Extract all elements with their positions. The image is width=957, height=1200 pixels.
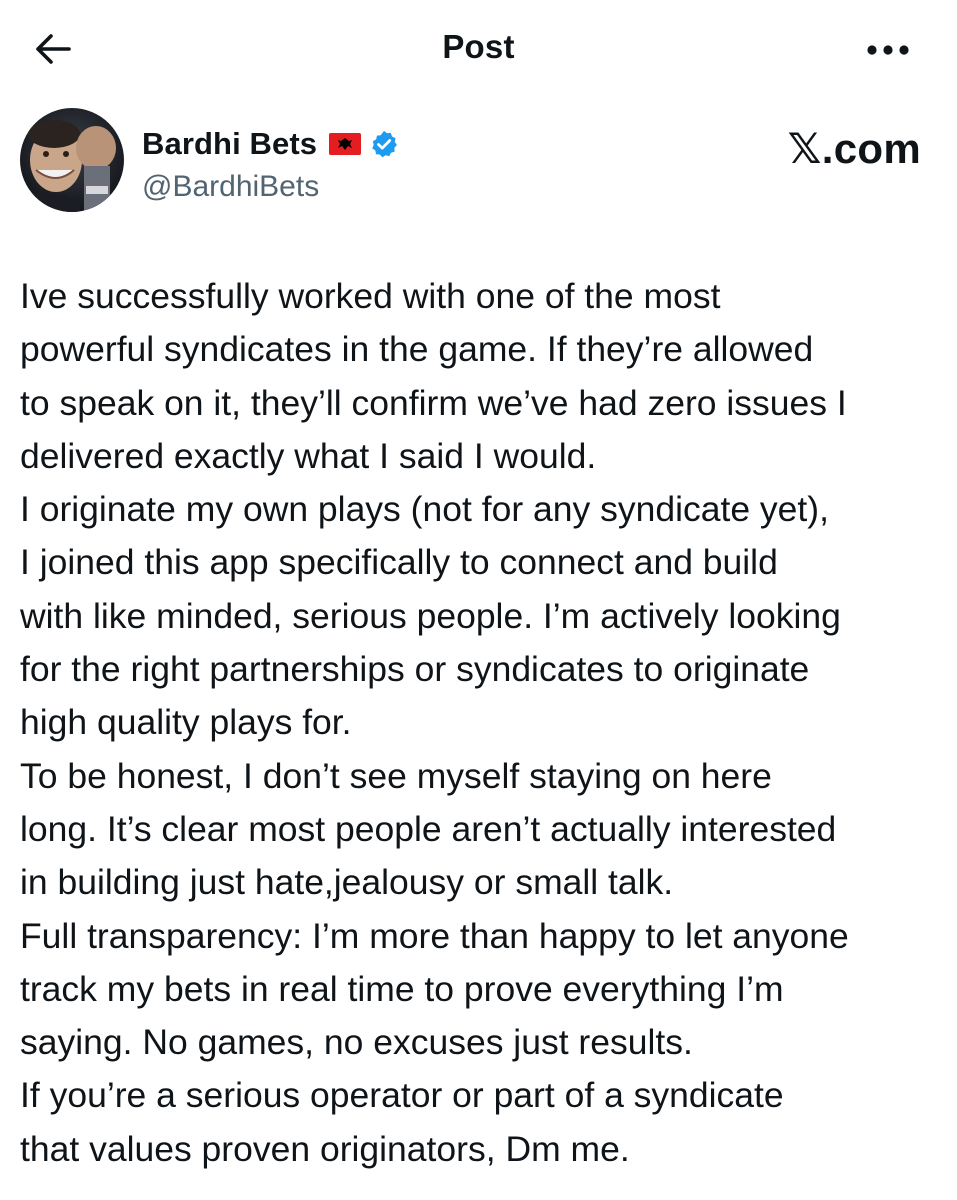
post-text-line: to speak on it, they’ll confirm we’ve ha… xyxy=(20,382,847,423)
post-text-line: I joined this app specifically to connec… xyxy=(20,542,778,583)
post-text-line: delivered exactly what I said I would. xyxy=(20,435,597,476)
post-text-line: high quality plays for. xyxy=(20,702,352,743)
more-options-button[interactable] xyxy=(863,30,913,70)
post-text-line: track my bets in real time to prove ever… xyxy=(20,968,784,1009)
author-name-row[interactable]: Bardhi Bets xyxy=(142,126,399,162)
post-text-line: that values proven originators, Dm me. xyxy=(20,1128,630,1169)
top-bar: Post xyxy=(0,0,957,100)
avatar[interactable] xyxy=(20,108,124,212)
author-name: Bardhi Bets xyxy=(142,126,318,161)
albania-flag-icon xyxy=(329,133,362,155)
more-horizontal-icon xyxy=(867,45,909,55)
x-watermark: 𝕏.com xyxy=(787,125,921,172)
author-handle[interactable]: @BardhiBets xyxy=(142,170,319,204)
post-text-line: with like minded, serious people. I’m ac… xyxy=(20,595,841,636)
verified-badge-icon xyxy=(369,129,399,159)
page-title: Post xyxy=(442,28,515,65)
post-text-line: If you’re a serious operator or part of … xyxy=(20,1075,784,1116)
post-text-line: To be honest, I don’t see myself staying… xyxy=(20,755,772,796)
post-text-line: in building just hate,jealousy or small … xyxy=(20,862,674,903)
post-text-line: for the right partnerships or syndicates… xyxy=(20,649,810,690)
post-text-line: Ive successfully worked with one of the … xyxy=(20,276,721,316)
post-text-line: saying. No games, no excuses just result… xyxy=(20,1022,693,1063)
post-text-line: Full transparency: I’m more than happy t… xyxy=(20,915,849,956)
post-text: Ive successfully worked with one of the … xyxy=(20,270,945,1176)
avatar-image xyxy=(20,108,124,212)
post-text-line: I originate my own plays (not for any sy… xyxy=(20,489,829,530)
post-text-line: powerful syndicates in the game. If they… xyxy=(20,329,814,370)
post-text-line: long. It’s clear most people aren’t actu… xyxy=(20,808,837,849)
